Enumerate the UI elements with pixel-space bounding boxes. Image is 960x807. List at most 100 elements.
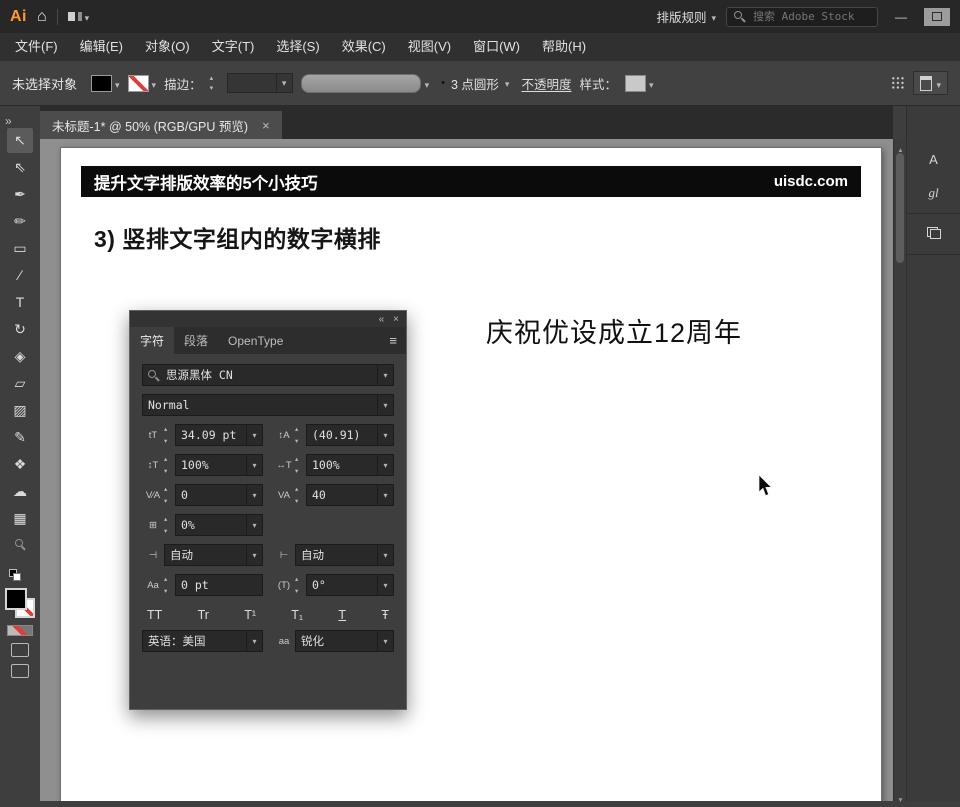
sample-text[interactable]: 庆祝优设成立12周年 — [486, 311, 742, 350]
home-icon[interactable]: ⌂ — [37, 8, 47, 26]
fill-color-button[interactable] — [91, 75, 120, 92]
tab-paragraph[interactable]: 段落 — [174, 327, 218, 354]
illustrator-logo[interactable]: Ai — [10, 8, 27, 26]
default-colors-icon[interactable] — [9, 569, 21, 581]
tab-opentype[interactable]: OpenType — [218, 327, 293, 354]
blend-tool[interactable]: ❖ — [7, 452, 33, 477]
vertical-scrollbar[interactable] — [893, 139, 906, 801]
screen-mode-icon[interactable] — [11, 664, 29, 678]
menu-effect[interactable]: 效果(C) — [331, 33, 397, 61]
chevron-down-icon[interactable] — [246, 545, 262, 565]
eyedropper-tool[interactable]: ✎ — [7, 425, 33, 450]
chevron-down-icon[interactable] — [246, 631, 262, 651]
menu-window[interactable]: 窗口(W) — [462, 33, 531, 61]
character-panel-icon[interactable]: A — [919, 146, 949, 172]
kerning-stepper[interactable] — [164, 487, 173, 503]
superscript-button[interactable]: T¹ — [242, 608, 258, 622]
chevron-down-icon[interactable] — [246, 425, 262, 445]
menu-help[interactable]: 帮助(H) — [531, 33, 597, 61]
chevron-down-icon[interactable] — [246, 485, 262, 505]
menu-type[interactable]: 文字(T) — [201, 33, 266, 61]
eraser-tool[interactable]: ◈ — [7, 344, 33, 369]
stroke-color-button[interactable] — [128, 75, 157, 92]
fill-swatch[interactable] — [5, 588, 27, 610]
chevron-down-icon[interactable] — [377, 575, 393, 595]
vertical-scale-dropdown[interactable]: 100% — [175, 454, 263, 476]
gradient-none-icon[interactable] — [7, 625, 33, 636]
font-size-stepper[interactable] — [164, 427, 173, 443]
underline-button[interactable]: T — [336, 608, 348, 622]
chevron-down-icon[interactable] — [246, 515, 262, 535]
horizontal-scale-stepper[interactable] — [295, 457, 304, 473]
restore-window-button[interactable] — [924, 8, 950, 26]
tsume-dropdown[interactable]: 0% — [175, 514, 263, 536]
chevron-down-icon[interactable] — [377, 425, 393, 445]
stroke-weight-dropdown[interactable] — [227, 73, 293, 93]
selection-tool[interactable]: ↖ — [7, 128, 33, 153]
minimize-button[interactable]: — — [888, 8, 914, 26]
pen-tool[interactable]: ✒ — [7, 182, 33, 207]
panel-menu-icon[interactable]: ≡ — [380, 327, 406, 354]
glyphs-panel-icon[interactable]: gl — [919, 180, 949, 206]
brush-definition-dropdown[interactable]: •3 点圆形 — [437, 74, 513, 93]
stroke-label[interactable]: 描边： — [164, 74, 202, 93]
tracking-stepper[interactable] — [295, 487, 304, 503]
tab-character[interactable]: 字符 — [130, 327, 174, 354]
aki-left-dropdown[interactable]: 自动 — [164, 544, 263, 566]
strikethrough-button[interactable]: Ŧ — [379, 608, 391, 622]
type-tool[interactable]: T — [7, 290, 33, 315]
paintbrush-tool[interactable]: ∕ — [7, 263, 33, 288]
expand-panels-icon[interactable]: » — [0, 106, 12, 127]
drawing-mode-icon[interactable] — [11, 643, 29, 657]
kerning-dropdown[interactable]: 0 — [175, 484, 263, 506]
width-profile-dropdown[interactable] — [301, 74, 430, 93]
leading-stepper[interactable] — [295, 427, 304, 443]
menu-object[interactable]: 对象(O) — [134, 33, 201, 61]
collapse-panel-icon[interactable]: « — [379, 314, 385, 325]
opacity-label[interactable]: 不透明度 — [521, 74, 571, 93]
menu-view[interactable]: 视图(V) — [397, 33, 462, 61]
direct-selection-tool[interactable]: ⇖ — [7, 155, 33, 180]
baseline-shift-stepper[interactable] — [164, 577, 173, 593]
chevron-down-icon[interactable] — [377, 395, 393, 415]
zoom-tool[interactable] — [7, 533, 33, 558]
menu-file[interactable]: 文件(F) — [4, 33, 69, 61]
menu-edit[interactable]: 编辑(E) — [69, 33, 134, 61]
font-size-dropdown[interactable]: 34.09 pt — [175, 424, 263, 446]
app-grid-icon[interactable] — [891, 76, 905, 90]
all-caps-button[interactable]: TT — [145, 608, 164, 622]
small-caps-button[interactable]: Tr — [196, 608, 211, 622]
gradient-tool[interactable]: ▨ — [7, 398, 33, 423]
graph-tool[interactable]: ▦ — [7, 506, 33, 531]
stock-search[interactable] — [726, 7, 878, 27]
banner-artwork[interactable]: 提升文字排版效率的5个小技巧 uisdc.com — [81, 166, 861, 197]
language-dropdown[interactable]: 英语：美国 — [142, 630, 263, 652]
chevron-down-icon[interactable] — [377, 365, 393, 385]
chevron-down-icon[interactable] — [377, 455, 393, 475]
menu-select[interactable]: 选择(S) — [265, 33, 330, 61]
tsume-stepper[interactable] — [164, 517, 173, 533]
rotate-tool[interactable]: ↻ — [7, 317, 33, 342]
workspace-switcher[interactable]: 排版规则 — [656, 7, 716, 26]
horizontal-scale-dropdown[interactable]: 100% — [306, 454, 394, 476]
char-rotation-dropdown[interactable]: 0° — [306, 574, 394, 596]
vertical-scale-stepper[interactable] — [164, 457, 173, 473]
document-tab[interactable]: 未标题-1* @ 50% (RGB/GPU 预览) × — [40, 111, 282, 139]
heading-text[interactable]: 3) 竖排文字组内的数字横排 — [94, 220, 381, 254]
canvas[interactable]: 提升文字排版效率的5个小技巧 uisdc.com 3) 竖排文字组内的数字横排 … — [40, 139, 893, 801]
font-style-dropdown[interactable]: Normal — [142, 394, 394, 416]
artboard[interactable]: 提升文字排版效率的5个小技巧 uisdc.com 3) 竖排文字组内的数字横排 … — [60, 147, 882, 801]
chevron-down-icon[interactable] — [377, 631, 393, 651]
close-panel-icon[interactable]: × — [393, 314, 399, 325]
chevron-down-icon[interactable] — [377, 545, 393, 565]
chevron-down-icon[interactable] — [377, 485, 393, 505]
char-rotation-stepper[interactable] — [295, 577, 304, 593]
control-panel-menu[interactable] — [913, 71, 948, 95]
stroke-weight-stepper[interactable] — [210, 76, 219, 90]
chevron-down-icon[interactable] — [246, 455, 262, 475]
tracking-dropdown[interactable]: 40 — [306, 484, 394, 506]
arrange-documents-icon[interactable] — [68, 8, 90, 26]
subscript-button[interactable]: T₁ — [289, 608, 305, 622]
symbol-sprayer-tool[interactable]: ☁ — [7, 479, 33, 504]
leading-dropdown[interactable]: (40.91) — [306, 424, 394, 446]
